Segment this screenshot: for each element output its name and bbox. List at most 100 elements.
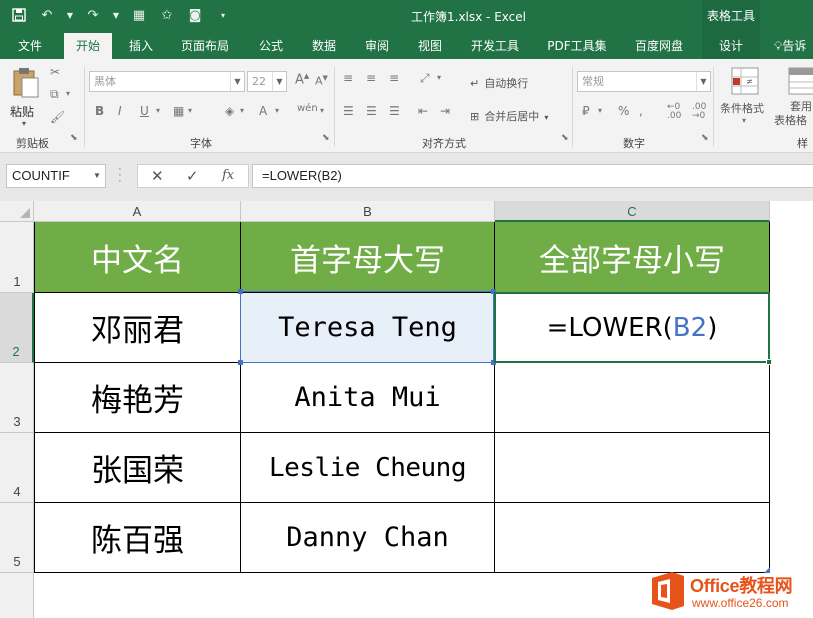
header-cell-a1[interactable]: 中文名 xyxy=(34,222,241,293)
underline-dropdown-icon[interactable]: ▾ xyxy=(156,106,160,115)
row-header-3[interactable]: 3 xyxy=(0,363,34,433)
cell-a4[interactable]: 张国荣 xyxy=(34,433,241,503)
cell-a5[interactable]: 陈百强 xyxy=(34,503,241,573)
star-icon[interactable]: ✩ xyxy=(158,6,176,24)
tab-developer[interactable]: 开发工具 xyxy=(460,33,530,59)
cancel-icon[interactable]: ✕ xyxy=(151,167,164,185)
copy-icon[interactable]: ⧉ xyxy=(50,87,59,102)
increase-indent-icon[interactable]: ⇥ xyxy=(440,104,450,118)
chevron-down-icon[interactable]: ▼ xyxy=(272,72,286,91)
fill-color-icon[interactable]: ◈ xyxy=(225,104,234,118)
resize-handle[interactable] xyxy=(238,289,243,294)
font-color-dropdown-icon[interactable]: ▾ xyxy=(275,106,279,115)
decrease-decimal-icon[interactable]: .00 →0 xyxy=(692,103,706,121)
chevron-down-icon[interactable]: ▼ xyxy=(89,165,105,187)
tab-page-layout[interactable]: 页面布局 xyxy=(170,33,240,59)
undo-icon[interactable]: ↶ xyxy=(38,6,56,24)
dialog-launcher-icon[interactable]: ⬊ xyxy=(701,133,709,143)
comma-style-icon[interactable]: , xyxy=(639,104,643,118)
border-dropdown-icon[interactable]: ▾ xyxy=(188,106,192,115)
cell-c3[interactable] xyxy=(495,363,770,433)
bold-icon[interactable]: B xyxy=(95,104,104,118)
increase-decimal-icon[interactable]: ←0.00 xyxy=(667,103,681,121)
form-icon[interactable]: ▦ xyxy=(130,6,148,24)
column-header-a[interactable]: A xyxy=(34,201,241,222)
row-header-5[interactable]: 5 xyxy=(0,503,34,573)
chevron-down-icon[interactable]: ▼ xyxy=(230,72,244,91)
paste-dropdown-icon[interactable]: ▾ xyxy=(22,119,26,128)
tab-file[interactable]: 文件 xyxy=(5,33,55,59)
cell-a3[interactable]: 梅艳芳 xyxy=(34,363,241,433)
merge-dropdown-icon[interactable]: ▾ xyxy=(544,113,548,122)
select-all-corner[interactable] xyxy=(0,201,34,222)
percent-icon[interactable]: % xyxy=(618,104,629,118)
tab-design[interactable]: 设计 xyxy=(702,33,760,59)
dialog-launcher-icon[interactable]: ⬊ xyxy=(322,133,330,143)
align-center-icon[interactable]: ☰ xyxy=(366,104,377,118)
conditional-format-dropdown-icon[interactable]: ▾ xyxy=(742,116,746,125)
tab-view[interactable]: 视图 xyxy=(407,33,453,59)
tab-pdf-tools[interactable]: PDF工具集 xyxy=(538,33,616,59)
fill-handle[interactable] xyxy=(766,359,772,365)
column-header-c[interactable]: C xyxy=(495,201,770,222)
tab-baidu-netdisk[interactable]: 百度网盘 xyxy=(623,33,695,59)
tab-review[interactable]: 审阅 xyxy=(354,33,400,59)
format-as-table-button[interactable]: 套用 表格格 xyxy=(772,65,813,131)
format-painter-icon[interactable]: 🖌︎ xyxy=(50,110,65,124)
phonetic-icon[interactable]: wén xyxy=(297,103,318,114)
enter-icon[interactable]: ✓ xyxy=(186,167,199,185)
tab-formulas[interactable]: 公式 xyxy=(248,33,294,59)
decrease-indent-icon[interactable]: ⇤ xyxy=(418,104,428,118)
decrease-font-icon[interactable]: A▼ xyxy=(315,74,328,88)
increase-font-icon[interactable]: A▲ xyxy=(295,72,309,87)
conditional-format-button[interactable]: ≠ 条件格式 ▾ xyxy=(718,65,774,131)
cell-c4[interactable] xyxy=(495,433,770,503)
dialog-launcher-icon[interactable]: ⬊ xyxy=(70,133,78,143)
cell-c5[interactable] xyxy=(495,503,770,573)
dialog-launcher-icon[interactable]: ⬊ xyxy=(561,133,569,143)
row-header-4[interactable]: 4 xyxy=(0,433,34,503)
underline-icon[interactable]: U xyxy=(140,104,149,118)
align-middle-icon[interactable]: ≡ xyxy=(366,71,376,85)
tab-insert[interactable]: 插入 xyxy=(118,33,164,59)
number-format-combo[interactable]: 常规 ▼ xyxy=(577,71,711,92)
align-top-icon[interactable]: ≡ xyxy=(343,71,353,85)
align-bottom-icon[interactable]: ≡ xyxy=(389,71,399,85)
dropdown-arrow-icon[interactable]: ▼ xyxy=(112,6,120,24)
save-icon[interactable] xyxy=(10,6,28,24)
align-right-icon[interactable]: ☰ xyxy=(389,104,400,118)
copy-dropdown-icon[interactable]: ▾ xyxy=(66,89,70,98)
resize-handle[interactable] xyxy=(238,360,243,365)
fill-dropdown-icon[interactable]: ▾ xyxy=(240,106,244,115)
header-cell-b1[interactable]: 首字母大写 xyxy=(241,222,495,293)
cell-a2[interactable]: 邓丽君 xyxy=(34,293,241,363)
currency-icon[interactable]: ₽ xyxy=(582,104,590,118)
tell-me[interactable]: 💡︎告诉 xyxy=(774,33,813,59)
redo-icon[interactable]: ↷ xyxy=(84,6,102,24)
cell-b4[interactable]: Leslie Cheung xyxy=(241,433,495,503)
name-box[interactable]: COUNTIF ▼ xyxy=(6,164,106,188)
dropdown-arrow-icon[interactable]: ▼ xyxy=(66,6,74,24)
customize-qat-icon[interactable]: ▾ xyxy=(214,6,232,24)
camera-icon[interactable]: ◙ xyxy=(186,6,204,24)
column-header-b[interactable]: B xyxy=(241,201,495,222)
chevron-down-icon[interactable]: ▼ xyxy=(696,72,710,91)
orientation-icon[interactable]: ⤢ xyxy=(420,71,430,86)
currency-dropdown-icon[interactable]: ▾ xyxy=(598,106,602,115)
orientation-dropdown-icon[interactable]: ▾ xyxy=(437,73,441,82)
cut-icon[interactable]: ✂ xyxy=(50,65,60,79)
font-color-icon[interactable]: A xyxy=(259,104,267,118)
font-size-combo[interactable]: 22 ▼ xyxy=(247,71,287,92)
tab-data[interactable]: 数据 xyxy=(301,33,347,59)
row-header-1[interactable]: 1 xyxy=(0,222,34,293)
italic-icon[interactable]: I xyxy=(118,104,122,118)
tab-home[interactable]: 开始 xyxy=(64,33,112,59)
formula-input[interactable]: =LOWER(B2) xyxy=(252,164,813,188)
cell-b5[interactable]: Danny Chan xyxy=(241,503,495,573)
row-header-2[interactable]: 2 xyxy=(0,293,34,363)
merge-center-button[interactable]: ⊞ 合并后居中 ▾ xyxy=(470,105,548,124)
paste-button[interactable]: 粘贴 ▾ xyxy=(8,65,44,128)
wrap-text-button[interactable]: ↵ 自动换行 xyxy=(470,72,528,91)
insert-function-icon[interactable]: fx xyxy=(222,168,234,183)
cell-b3[interactable]: Anita Mui xyxy=(241,363,495,433)
